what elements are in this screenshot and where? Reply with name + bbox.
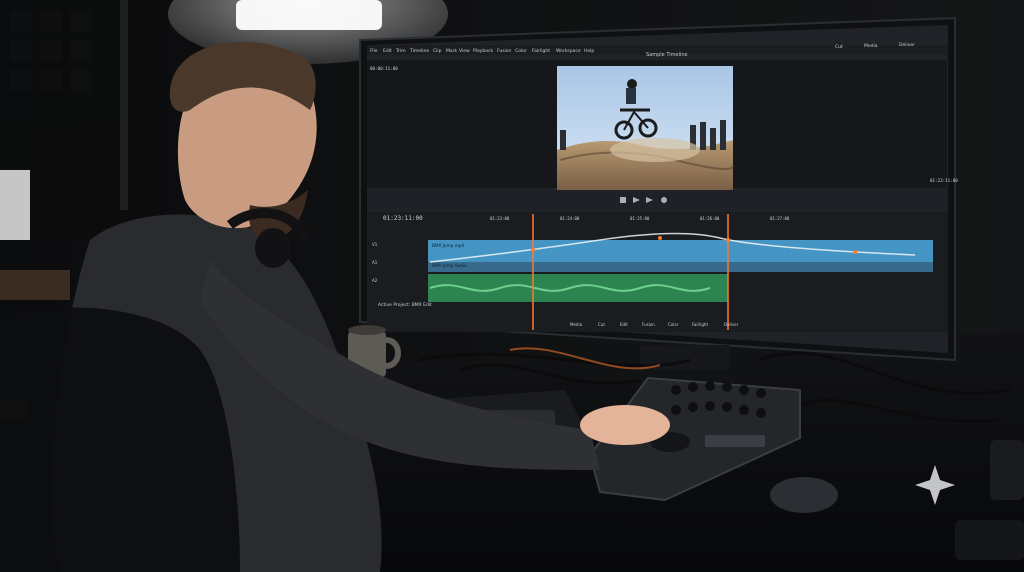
menu-item-clip[interactable]: Clip <box>433 48 442 54</box>
bottom-tab-deliver[interactable]: Deliver <box>724 322 739 327</box>
menu-item-fairlight[interactable]: Fairlight <box>532 48 550 54</box>
menu-item-fusion[interactable]: Fusion <box>497 48 512 54</box>
track-label-a2: A2 <box>372 278 378 283</box>
menu-right-cut[interactable]: Cut <box>835 44 843 50</box>
menu-right-media[interactable]: Media <box>864 43 878 49</box>
audio-clip[interactable] <box>428 274 728 302</box>
editing-scene: File Edit Trim Timeline Clip Mark View P… <box>0 0 1024 572</box>
track-label-v1: V1 <box>372 242 378 247</box>
record-button[interactable] <box>661 197 667 203</box>
bottom-tab-cut[interactable]: Cut <box>598 322 605 327</box>
editor-ui: File Edit Trim Timeline Clip Mark View P… <box>367 42 958 332</box>
ruler-mark-1: 01:23:00 <box>490 216 510 221</box>
ruler-mark-5: 01:27:00 <box>770 216 790 221</box>
mouse <box>770 477 838 513</box>
bottom-tab-color[interactable]: Color <box>668 322 679 327</box>
stop-button[interactable] <box>620 197 626 203</box>
menu-item-file[interactable]: File <box>370 48 378 54</box>
desk-device <box>955 520 1024 560</box>
clip-label-video: BMX Jump.mp4 <box>432 243 464 248</box>
menu-item-help[interactable]: Help <box>584 48 594 54</box>
timeline-timecode: 01:23:11:00 <box>383 215 423 222</box>
viewer-timecode-bottom: 01:23:11:00 <box>930 178 958 183</box>
ruler-mark-4: 01:26:00 <box>700 216 720 221</box>
shelf-box <box>0 170 30 240</box>
menu-right-deliver[interactable]: Deliver <box>899 42 915 48</box>
transport-bar <box>367 190 948 210</box>
menu-item-view[interactable]: View <box>459 48 470 54</box>
video-preview <box>557 66 734 190</box>
ruler-mark-2: 01:24:00 <box>560 216 580 221</box>
menu-item-timeline[interactable]: Timeline <box>409 48 429 54</box>
keyframe-4[interactable] <box>853 250 857 254</box>
track-label-a1: A1 <box>372 260 378 265</box>
menu-items: File Edit Trim Timeline Clip Mark View P… <box>370 48 594 54</box>
ruler-mark-3: 01:25:00 <box>630 216 650 221</box>
video-clip-lower <box>428 262 933 272</box>
menu-item-workspace[interactable]: Workspace <box>556 48 581 54</box>
menu-item-trim[interactable]: Trim <box>395 48 406 54</box>
bottom-tab-fusion[interactable]: Fusion <box>642 322 655 327</box>
bottom-tab-media[interactable]: Media <box>570 322 583 327</box>
scene-svg: File Edit Trim Timeline Clip Mark View P… <box>0 0 1024 572</box>
secondary-keyboard <box>990 440 1024 500</box>
project-title: Sample Timeline <box>646 52 688 58</box>
video-clip[interactable] <box>428 240 933 262</box>
status-left: Active Project: BMX Edit <box>378 302 432 308</box>
bottom-tab-fairlight[interactable]: Fairlight <box>692 322 708 327</box>
menu-item-color[interactable]: Color <box>515 48 527 54</box>
light-stand <box>120 0 128 210</box>
bottom-tab-edit[interactable]: Edit <box>620 322 628 327</box>
left-shelf <box>0 270 70 300</box>
keyframe-2[interactable] <box>658 236 662 240</box>
menu-item-mark[interactable]: Mark <box>446 48 457 54</box>
menu-item-playback[interactable]: Playback <box>473 48 493 54</box>
menu-item-edit[interactable]: Edit <box>383 48 392 54</box>
clip-label-audio: BMX Jump Audio <box>432 263 467 268</box>
viewer-timecode-top: 00:00:11:00 <box>370 66 398 71</box>
